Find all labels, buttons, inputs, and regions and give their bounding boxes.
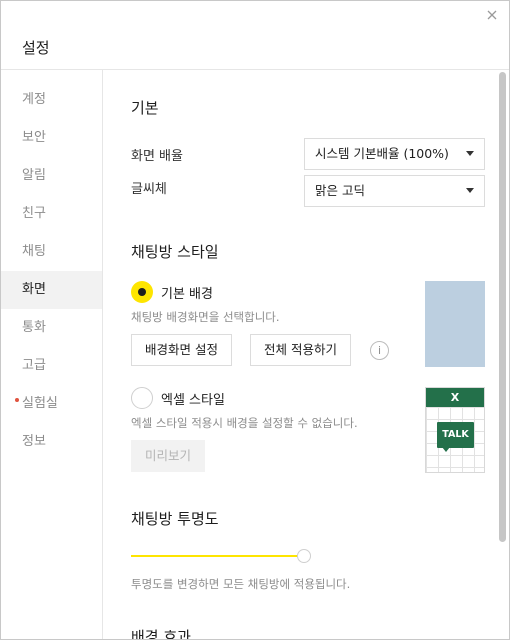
excel-header-icon: X bbox=[426, 388, 484, 407]
section-title-basic: 기본 bbox=[131, 99, 159, 117]
section-title-chatroom-style: 채팅방 스타일 bbox=[131, 243, 219, 261]
sidebar-item-notifications[interactable]: 알림 bbox=[1, 157, 102, 195]
sidebar-item-label: 통화 bbox=[22, 320, 46, 335]
window-title: 설정 bbox=[22, 39, 50, 57]
sidebar-item-display[interactable]: 화면 bbox=[1, 271, 102, 309]
chevron-down-icon bbox=[466, 188, 474, 193]
sidebar-item-label: 정보 bbox=[22, 434, 46, 449]
apply-all-button[interactable]: 전체 적용하기 bbox=[250, 334, 351, 366]
zoom-label: 화면 배율 bbox=[131, 149, 183, 164]
sidebar-item-label: 알림 bbox=[22, 168, 46, 183]
section-title-effects: 배경 효과 bbox=[131, 628, 191, 639]
background-preview-swatch[interactable] bbox=[425, 281, 485, 367]
sidebar-item-label: 보안 bbox=[22, 130, 46, 145]
settings-content: 기본 화면 배율 시스템 기본배율 (100%) 글씨체 맑은 고딕 채팅방 스… bbox=[104, 70, 496, 639]
default-background-label: 기본 배경 bbox=[161, 287, 213, 302]
sidebar-item-labs[interactable]: 실험실 bbox=[1, 385, 102, 423]
chevron-down-icon bbox=[466, 151, 474, 156]
transparency-desc: 투명도를 변경하면 모든 채팅방에 적용됩니다. bbox=[131, 577, 351, 591]
sidebar-item-account[interactable]: 계정 bbox=[1, 81, 102, 119]
default-background-desc: 채팅방 배경화면을 선택합니다. bbox=[131, 310, 280, 324]
font-select[interactable]: 맑은 고딕 bbox=[304, 175, 485, 207]
font-select-value: 맑은 고딕 bbox=[315, 183, 365, 198]
transparency-slider[interactable] bbox=[131, 549, 311, 563]
sidebar-item-chat[interactable]: 채팅 bbox=[1, 233, 102, 271]
sidebar-item-friends[interactable]: 친구 bbox=[1, 195, 102, 233]
sidebar-item-security[interactable]: 보안 bbox=[1, 119, 102, 157]
sidebar-item-label: 실험실 bbox=[22, 396, 58, 411]
talk-badge-icon: TALK bbox=[437, 422, 474, 448]
font-label: 글씨체 bbox=[131, 182, 167, 197]
default-background-radio[interactable] bbox=[131, 281, 153, 303]
talk-badge-tail bbox=[442, 447, 450, 452]
excel-style-label: 엑셀 스타일 bbox=[161, 393, 225, 408]
sidebar-item-info[interactable]: 정보 bbox=[1, 423, 102, 461]
sidebar-item-label: 계정 bbox=[22, 92, 46, 107]
sidebar: 계정 보안 알림 친구 채팅 화면 통화 고급 실험실 정보 bbox=[1, 70, 103, 639]
excel-style-desc: 엑셀 스타일 적용시 배경을 설정할 수 없습니다. bbox=[131, 416, 358, 430]
excel-style-radio[interactable] bbox=[131, 387, 153, 409]
excel-style-thumbnail[interactable]: X TALK bbox=[425, 387, 485, 473]
sidebar-item-label: 고급 bbox=[22, 358, 46, 373]
section-title-transparency: 채팅방 투명도 bbox=[131, 510, 219, 528]
sidebar-item-label: 화면 bbox=[22, 282, 46, 297]
new-dot-icon bbox=[15, 398, 19, 402]
sidebar-item-label: 친구 bbox=[22, 206, 46, 221]
set-background-button[interactable]: 배경화면 설정 bbox=[131, 334, 232, 366]
sidebar-item-label: 채팅 bbox=[22, 244, 46, 259]
scrollbar[interactable] bbox=[499, 72, 506, 542]
preview-button[interactable]: 미리보기 bbox=[131, 440, 206, 472]
zoom-select[interactable]: 시스템 기본배율 (100%) bbox=[304, 138, 485, 170]
sidebar-item-advanced[interactable]: 고급 bbox=[1, 347, 102, 385]
zoom-select-value: 시스템 기본배율 (100%) bbox=[315, 146, 449, 161]
settings-window: 설정 계정 보안 알림 친구 채팅 화면 통화 고급 실험실 정보 기본 화면 … bbox=[0, 0, 510, 640]
slider-thumb[interactable] bbox=[297, 549, 311, 563]
close-icon[interactable] bbox=[484, 7, 500, 23]
sidebar-item-calls[interactable]: 통화 bbox=[1, 309, 102, 347]
info-icon[interactable]: i bbox=[370, 341, 389, 360]
slider-fill bbox=[131, 555, 304, 557]
